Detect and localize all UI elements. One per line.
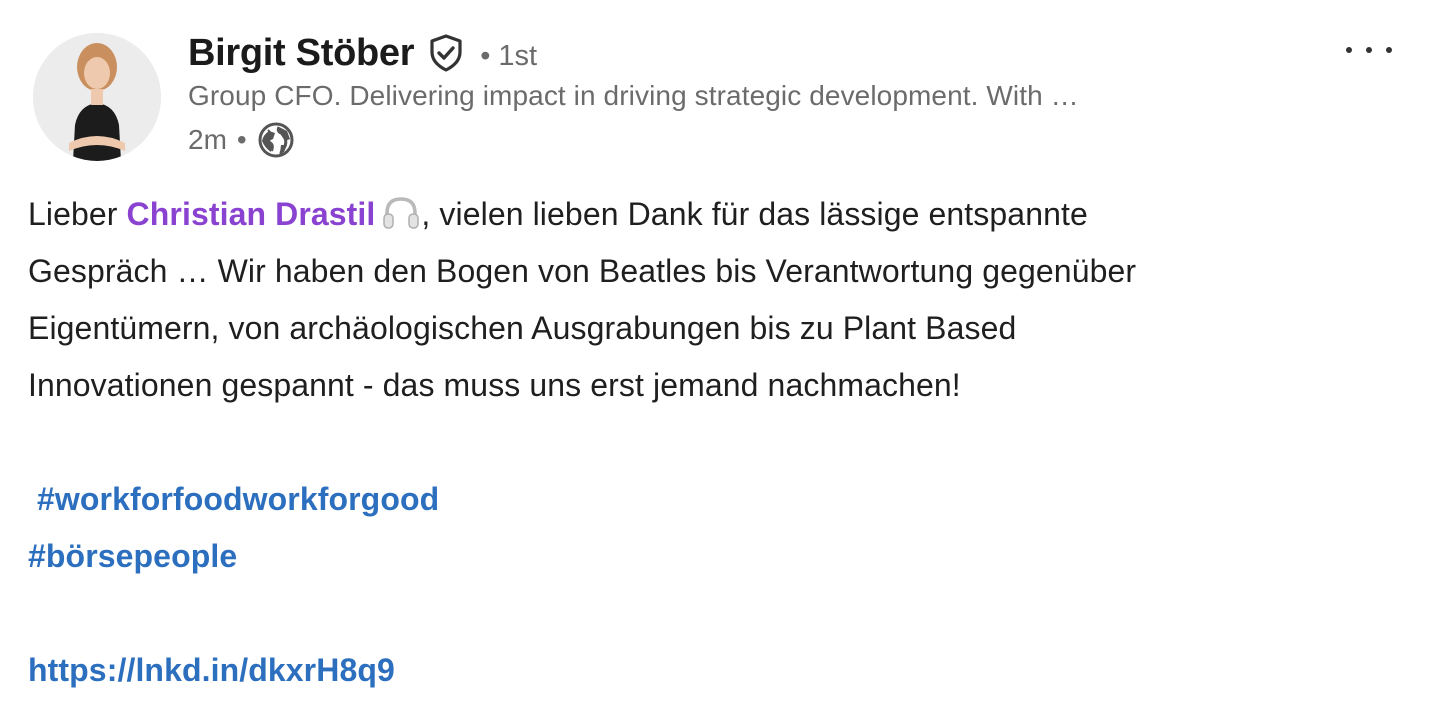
connection-degree: • 1st: [480, 39, 538, 72]
mention-link[interactable]: Christian Drastil: [127, 196, 376, 232]
post-line-3: Eigentümern, von archäologischen Ausgrab…: [28, 310, 1017, 346]
meta-separator: •: [236, 124, 247, 155]
post-meta: 2m •: [188, 120, 295, 160]
dot-icon: [1386, 47, 1392, 53]
avatar-photo: [33, 33, 161, 161]
author-headline: Group CFO. Delivering impact in driving …: [188, 80, 1079, 111]
post-time: 2m: [188, 124, 227, 155]
post-line-2: Gespräch … Wir haben den Bogen von Beatl…: [28, 253, 1137, 289]
post-text-segment: Lieber: [28, 196, 127, 232]
headphones-emoji-icon: [381, 192, 421, 229]
more-options-icon[interactable]: [1346, 30, 1392, 70]
verified-shield-icon: [426, 33, 466, 73]
avatar[interactable]: [33, 33, 161, 161]
globe-icon: [257, 121, 295, 159]
post-line-1: Lieber Christian Drastil , vielen lieben …: [28, 186, 1418, 243]
dot-icon: [1346, 47, 1352, 53]
author-name[interactable]: Birgit Stöber: [188, 32, 415, 75]
post-line-4: Innovationen gespannt - das muss uns ers…: [28, 367, 961, 403]
post-text-segment: , vielen lieben Dank für das lässige ent…: [421, 196, 1088, 232]
hashtag-link[interactable]: #workforfoodworkforgood: [28, 471, 1418, 528]
linkedin-post: Birgit Stöber • 1st Group CFO. Deliverin…: [0, 0, 1440, 719]
hashtag-link[interactable]: #börsepeople: [28, 528, 1418, 585]
dot-icon: [1366, 47, 1372, 53]
post-body: Lieber Christian Drastil , vielen lieben …: [28, 186, 1418, 699]
author-header: Birgit Stöber • 1st: [188, 30, 537, 76]
external-link[interactable]: https://lnkd.in/dkxrH8q9: [28, 642, 1418, 699]
